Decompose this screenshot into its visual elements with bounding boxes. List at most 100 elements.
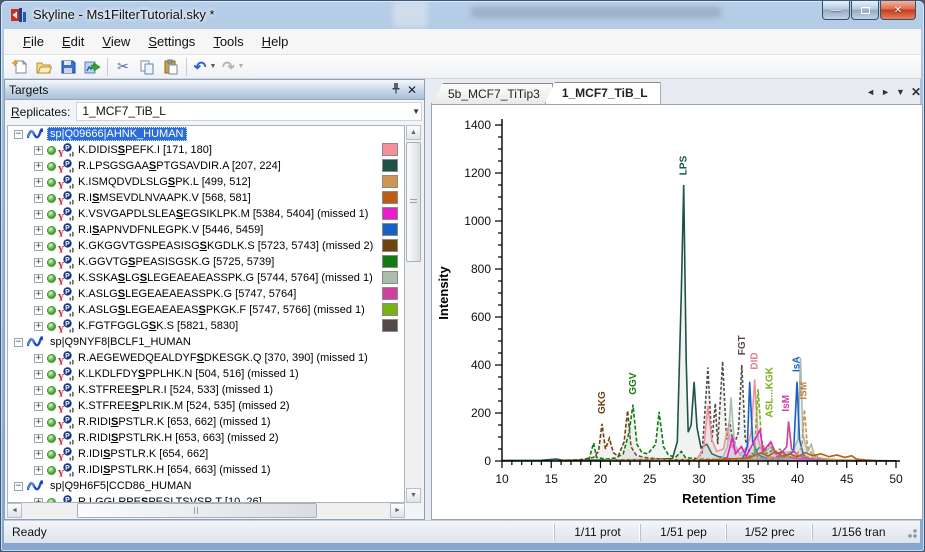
tree-vertical-scrollbar[interactable]: ▲ ▼ bbox=[406, 125, 423, 503]
expand-icon[interactable]: + bbox=[34, 450, 43, 459]
undo-dropdown-arrow[interactable]: ▼ bbox=[208, 63, 218, 70]
svg-text:Y: Y bbox=[58, 309, 65, 318]
tab-close-icon[interactable]: ✕ bbox=[911, 85, 921, 99]
peptide-row[interactable]: +PYR.RIDISPSTLR.K [653, 662] (missed 1) bbox=[8, 414, 404, 430]
replicates-combobox[interactable]: 1_MCF7_TiB_L bbox=[76, 102, 422, 121]
expand-icon[interactable]: + bbox=[34, 226, 43, 235]
peptide-sequence: R.RIDISPSTLR.K [653, 662] (missed 1) bbox=[78, 416, 271, 428]
paste-button[interactable] bbox=[159, 56, 183, 78]
expand-icon[interactable]: + bbox=[34, 194, 43, 203]
peptide-row[interactable]: +PYK.STFREESPLR.I [524, 533] (missed 1) bbox=[8, 382, 404, 398]
import-results-button[interactable] bbox=[80, 56, 104, 78]
collapse-icon[interactable]: − bbox=[14, 482, 23, 491]
peptide-row[interactable]: +PYR.ISMSEVDLNVAAPK.V [568, 581] bbox=[8, 190, 404, 206]
close-panel-icon[interactable]: ✕ bbox=[404, 83, 420, 97]
maximize-button[interactable] bbox=[851, 1, 879, 20]
peptide-row[interactable]: +PYK.STFREESPLRIK.M [524, 535] (missed 2… bbox=[8, 398, 404, 414]
chevron-down-icon[interactable]: ▼ bbox=[412, 107, 420, 116]
expand-icon[interactable]: + bbox=[34, 386, 43, 395]
expand-icon[interactable]: + bbox=[34, 178, 43, 187]
expand-icon[interactable]: + bbox=[34, 402, 43, 411]
peptide-row[interactable]: +PYR.LPSGSGAASPTGSAVDIR.A [207, 224] bbox=[8, 158, 404, 174]
tree-horizontal-scrollbar[interactable]: ◄ ► bbox=[7, 503, 405, 518]
tab-5b_MCF7_TiTip3[interactable]: 5b_MCF7_TiTip3 bbox=[431, 83, 553, 104]
expand-icon[interactable]: + bbox=[34, 418, 43, 427]
resize-grip[interactable] bbox=[904, 525, 918, 539]
protein-row[interactable]: − sp|Q09666|AHNK_HUMAN bbox=[8, 126, 404, 142]
peptide-row[interactable]: +PYK.DIDISSPEFK.I [171, 180] bbox=[8, 142, 404, 158]
protein-row[interactable]: − sp|Q9H6F5|CCD86_HUMAN bbox=[8, 478, 404, 494]
title-bar[interactable]: Skyline - Ms1FilterTutorial.sky * — ✕ bbox=[1, 1, 924, 29]
peptide-row[interactable]: +PYK.ISMQDVDLSLGSPK.L [499, 512] bbox=[8, 174, 404, 190]
expand-icon[interactable]: + bbox=[34, 354, 43, 363]
redo-button[interactable]: ↶ bbox=[218, 56, 238, 78]
tab-1_MCF7_TiB_L[interactable]: 1_MCF7_TiB_L bbox=[545, 82, 661, 104]
tab-menu-icon[interactable]: ▼ bbox=[896, 87, 905, 97]
tab-scroll-right-icon[interactable]: ► bbox=[881, 87, 890, 97]
close-button[interactable]: ✕ bbox=[880, 1, 916, 20]
targets-tree[interactable]: − sp|Q09666|AHNK_HUMAN+PYK.DIDISSPEFK.I [… bbox=[7, 125, 405, 503]
collapse-icon[interactable]: − bbox=[14, 338, 23, 347]
scroll-left-arrow[interactable]: ◄ bbox=[7, 503, 22, 518]
peptide-dot-icon bbox=[47, 274, 56, 283]
minimize-button[interactable]: — bbox=[822, 1, 850, 20]
peptide-row[interactable]: +PYR.IDISPSTLRK.H [654, 663] (missed 1) bbox=[8, 462, 404, 478]
peptide-row[interactable]: +PYK.GGVTGSPEASISGSK.G [5725, 5739] bbox=[8, 254, 404, 270]
menu-help[interactable]: Help bbox=[253, 30, 298, 53]
scroll-up-arrow[interactable]: ▲ bbox=[406, 125, 421, 140]
peptide-sequence: R.ISAPNVDFNLEGPK.V [5446, 5459] bbox=[78, 224, 263, 236]
protein-row[interactable]: − sp|Q9NYF8|BCLF1_HUMAN bbox=[8, 334, 404, 350]
peptide-row[interactable]: +PYR.AEGEWEDQEALDYFSDKESGK.Q [370, 390] … bbox=[8, 350, 404, 366]
protein-name[interactable]: sp|Q09666|AHNK_HUMAN bbox=[47, 127, 187, 141]
copy-button[interactable] bbox=[135, 56, 159, 78]
redo-icon: ↶ bbox=[222, 58, 235, 76]
protein-name[interactable]: sp|Q9NYF8|BCLF1_HUMAN bbox=[47, 335, 194, 349]
expand-icon[interactable]: + bbox=[34, 322, 43, 331]
tab-scroll-left-icon[interactable]: ◄ bbox=[866, 87, 875, 97]
menu-view[interactable]: View bbox=[93, 30, 139, 53]
menu-tools[interactable]: Tools bbox=[204, 30, 252, 53]
expand-icon[interactable]: + bbox=[34, 210, 43, 219]
peptide-row[interactable]: +PYR.ISAPNVDFNLEGPK.V [5446, 5459] bbox=[8, 222, 404, 238]
undo-button[interactable]: ↶ bbox=[190, 56, 210, 78]
expand-icon[interactable]: + bbox=[34, 258, 43, 267]
menu-file[interactable]: File bbox=[14, 30, 53, 53]
peptide-row[interactable]: +PYR.LGGLRPESPESLTSVSR.T [10, 26] bbox=[8, 494, 404, 503]
expand-icon[interactable]: + bbox=[34, 162, 43, 171]
peptide-dot-icon bbox=[47, 306, 56, 315]
peptide-sequence: K.STFREESPLRIK.M [524, 535] (missed 2) bbox=[78, 400, 290, 412]
expand-icon[interactable]: + bbox=[34, 242, 43, 251]
peptide-row[interactable]: +PYK.FGTFGGLGSK.S [5821, 5830] bbox=[8, 318, 404, 334]
targets-panel-header[interactable]: Targets ✕ bbox=[5, 80, 424, 100]
menu-settings[interactable]: Settings bbox=[139, 30, 204, 53]
peptide-row[interactable]: +PYR.IDISPSTLR.K [654, 662] bbox=[8, 446, 404, 462]
scrollbar-thumb[interactable] bbox=[406, 142, 421, 262]
open-file-button[interactable] bbox=[32, 56, 56, 78]
collapse-icon[interactable]: − bbox=[14, 130, 23, 139]
protein-name[interactable]: sp|Q9H6F5|CCD86_HUMAN bbox=[47, 479, 194, 493]
expand-icon[interactable]: + bbox=[34, 274, 43, 283]
scroll-right-arrow[interactable]: ► bbox=[390, 503, 405, 518]
pin-icon[interactable] bbox=[388, 82, 404, 97]
expand-icon[interactable]: + bbox=[34, 434, 43, 443]
peptide-row[interactable]: +PYK.GKGGVTGSPEASISGSKGDLK.S [5723, 5743… bbox=[8, 238, 404, 254]
peptide-row[interactable]: +PYK.LKDLFDYSPPLHK.N [504, 516] (missed … bbox=[8, 366, 404, 382]
expand-icon[interactable]: + bbox=[34, 146, 43, 155]
scrollbar-thumb[interactable] bbox=[77, 503, 317, 518]
peptide-row[interactable]: +PYK.SSKASLGSLEGEAEAEASSPK.G [5744, 5764… bbox=[8, 270, 404, 286]
expand-icon[interactable]: + bbox=[34, 466, 43, 475]
cut-button[interactable]: ✂ bbox=[111, 56, 135, 78]
redo-dropdown-arrow[interactable]: ▼ bbox=[236, 63, 246, 70]
save-file-button[interactable] bbox=[56, 56, 80, 78]
expand-icon[interactable]: + bbox=[34, 370, 43, 379]
expand-icon[interactable]: + bbox=[34, 290, 43, 299]
expand-icon[interactable]: + bbox=[34, 306, 43, 315]
peptide-row[interactable]: +PYK.ASLGSLEGEAEAEASSPKGK.F [5747, 5766]… bbox=[8, 302, 404, 318]
peptide-row[interactable]: +PYK.ASLGSLEGEAEAEASSPK.G [5747, 5764] bbox=[8, 286, 404, 302]
peptide-row[interactable]: +PYK.VSVGAPDLSLEASEGSIKLPK.M [5384, 5404… bbox=[8, 206, 404, 222]
chromatogram-chart[interactable]: 0200400600800100012001400101520253035404… bbox=[431, 104, 923, 520]
new-document-button[interactable] bbox=[8, 56, 32, 78]
peptide-row[interactable]: +PYR.RIDISPSTLRK.H [653, 663] (missed 2) bbox=[8, 430, 404, 446]
scroll-down-arrow[interactable]: ▼ bbox=[406, 488, 421, 503]
menu-edit[interactable]: Edit bbox=[53, 30, 93, 53]
